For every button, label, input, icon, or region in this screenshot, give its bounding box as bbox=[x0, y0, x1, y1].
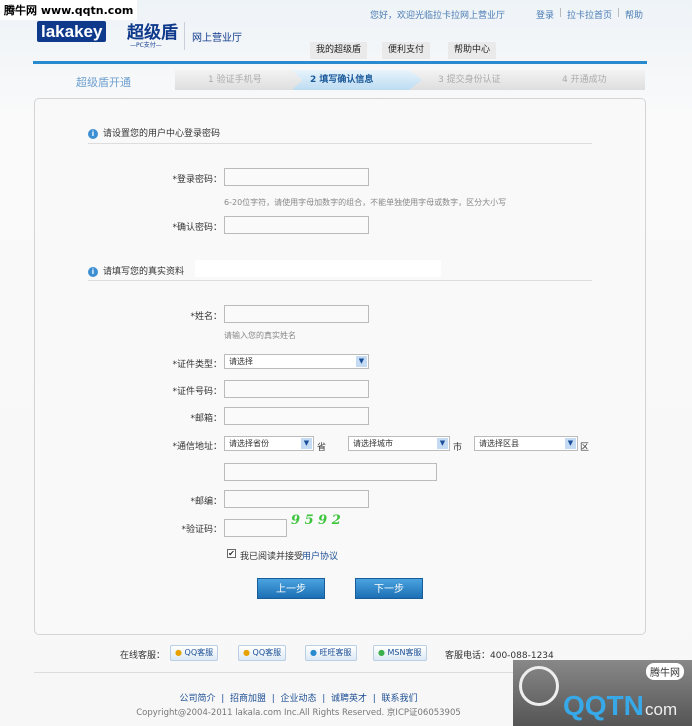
info-icon: i bbox=[88, 267, 98, 277]
city-unit: 市 bbox=[453, 443, 463, 453]
id-type-value: 请选择 bbox=[229, 357, 253, 366]
id-type-select[interactable]: 请选择 ▼ bbox=[224, 354, 369, 369]
footer-link-contact[interactable]: 联系我们 bbox=[381, 694, 417, 704]
province-select[interactable]: 请选择省份 ▼ bbox=[224, 436, 314, 451]
captcha-image[interactable]: 9 5 9 2 bbox=[291, 513, 341, 528]
watermark: 腾牛网 www.qqtn.com bbox=[0, 0, 138, 20]
name-hint: 请输入您的真实姓名 bbox=[224, 331, 296, 340]
step-4: 4 开通成功 bbox=[562, 75, 607, 85]
district-select[interactable]: 请选择区县 ▼ bbox=[474, 436, 578, 451]
id-number-input[interactable] bbox=[224, 380, 369, 398]
qq-service-button[interactable]: ● QQ客服 bbox=[170, 645, 219, 661]
qqtn-emblem-icon bbox=[519, 666, 559, 706]
footer-link-about[interactable]: 公司简介 bbox=[179, 694, 215, 704]
qq-service-button-2[interactable]: ● QQ客服 bbox=[238, 645, 287, 661]
button-label: QQ客服 bbox=[252, 648, 282, 657]
site-title: 网上营业厅 bbox=[192, 33, 242, 44]
confirm-password-label: *确认密码： bbox=[172, 223, 222, 233]
province-unit: 省 bbox=[317, 443, 327, 453]
step-3: 3 提交身份认证 bbox=[438, 75, 501, 85]
msn-service-button[interactable]: ● MSN客服 bbox=[373, 645, 427, 661]
email-label: *邮箱： bbox=[190, 414, 222, 424]
district-value: 请选择区县 bbox=[479, 439, 519, 448]
lakala-home-link[interactable]: 拉卡拉首页 bbox=[567, 8, 612, 21]
button-label: 旺旺客服 bbox=[319, 648, 352, 657]
login-link[interactable]: 登录 bbox=[536, 8, 554, 21]
info-icon: i bbox=[88, 129, 98, 139]
footer-link-news[interactable]: 企业动态 bbox=[280, 694, 316, 704]
button-label: MSN客服 bbox=[387, 648, 422, 657]
step-1: 1 验证手机号 bbox=[208, 75, 262, 85]
agree-checkbox[interactable]: ✔ bbox=[227, 549, 236, 558]
service-label: 在线客服： bbox=[120, 651, 166, 661]
msn-icon: ● bbox=[378, 648, 385, 657]
steps-title: 超级盾开通 bbox=[76, 76, 131, 89]
id-type-label: *证件类型： bbox=[172, 360, 222, 370]
sep: | bbox=[559, 8, 563, 18]
footer-link-franchise[interactable]: 招商加盟 bbox=[230, 694, 266, 704]
qqtn-watermark-logo: QQTN com 腾牛网 bbox=[513, 660, 692, 726]
section-title: 请填写您的真实资料 bbox=[103, 267, 185, 277]
captcha-input[interactable] bbox=[224, 519, 287, 537]
nav-help-center[interactable]: 帮助中心 bbox=[448, 42, 497, 59]
city-select[interactable]: 请选择城市 ▼ bbox=[348, 436, 450, 451]
qqtn-brand: QQTN bbox=[563, 690, 644, 721]
chevron-down-icon: ▼ bbox=[301, 438, 312, 449]
zip-label: *邮编： bbox=[190, 497, 222, 507]
welcome-text: 您好，欢迎光临拉卡拉网上营业厅 bbox=[370, 11, 506, 21]
divider bbox=[184, 22, 185, 50]
name-input[interactable] bbox=[224, 305, 369, 323]
step-2-active: 2 填写确认信息 bbox=[292, 70, 422, 90]
blank-area bbox=[195, 260, 441, 277]
email-input[interactable] bbox=[224, 407, 369, 425]
zip-input[interactable] bbox=[224, 490, 369, 508]
qq-icon: ● bbox=[175, 648, 182, 657]
agree-text: 我已阅读并接受 bbox=[240, 552, 304, 562]
captcha-label: *验证码： bbox=[181, 525, 222, 535]
help-link[interactable]: 帮助 bbox=[625, 8, 643, 21]
qqtn-badge: 腾牛网 bbox=[646, 663, 684, 680]
next-button[interactable]: 下一步 bbox=[355, 578, 423, 599]
logo-sub: —PC支付— bbox=[130, 42, 162, 49]
section-title: 请设置您的用户中心登录密码 bbox=[103, 129, 221, 139]
section-password-header: i 请设置您的用户中心登录密码 bbox=[88, 126, 220, 139]
prev-button[interactable]: 上一步 bbox=[257, 578, 325, 599]
id-number-label: *证件号码： bbox=[172, 387, 222, 397]
password-label: *登录密码： bbox=[172, 175, 222, 185]
chevron-down-icon: ▼ bbox=[437, 438, 448, 449]
chevron-down-icon: ▼ bbox=[356, 356, 367, 367]
confirm-password-input[interactable] bbox=[224, 216, 369, 234]
qqtn-suffix: com bbox=[645, 700, 678, 719]
logo-en: lakakey bbox=[37, 21, 107, 42]
city-value: 请选择城市 bbox=[353, 439, 393, 448]
section-info-header: i 请填写您的真实资料 bbox=[88, 264, 184, 277]
wangwang-service-button[interactable]: ● 旺旺客服 bbox=[305, 645, 357, 661]
button-label: QQ客服 bbox=[184, 648, 214, 657]
name-label: *姓名： bbox=[190, 312, 222, 322]
wangwang-icon: ● bbox=[310, 648, 317, 657]
nav-my-shield[interactable]: 我的超级盾 bbox=[310, 42, 368, 59]
user-agreement-link[interactable]: 用户协议 bbox=[302, 549, 338, 562]
sep: | bbox=[617, 8, 621, 18]
password-hint: 6-20位字符，请使用字母加数字的组合，不能单独使用字母或数字，区分大小写 bbox=[224, 198, 507, 207]
footer-link-careers[interactable]: 诚聘英才 bbox=[331, 694, 367, 704]
divider bbox=[88, 143, 592, 144]
qq-icon: ● bbox=[243, 648, 250, 657]
address-label: *通信地址： bbox=[172, 442, 222, 452]
chevron-down-icon: ▼ bbox=[565, 438, 576, 449]
district-unit: 区 bbox=[580, 443, 590, 453]
province-value: 请选择省份 bbox=[229, 439, 269, 448]
password-input[interactable] bbox=[224, 168, 369, 186]
nav-convenient-pay[interactable]: 便利支付 bbox=[382, 42, 431, 59]
header-bar bbox=[33, 61, 647, 64]
address-detail-input[interactable] bbox=[224, 463, 437, 481]
divider bbox=[88, 280, 592, 281]
